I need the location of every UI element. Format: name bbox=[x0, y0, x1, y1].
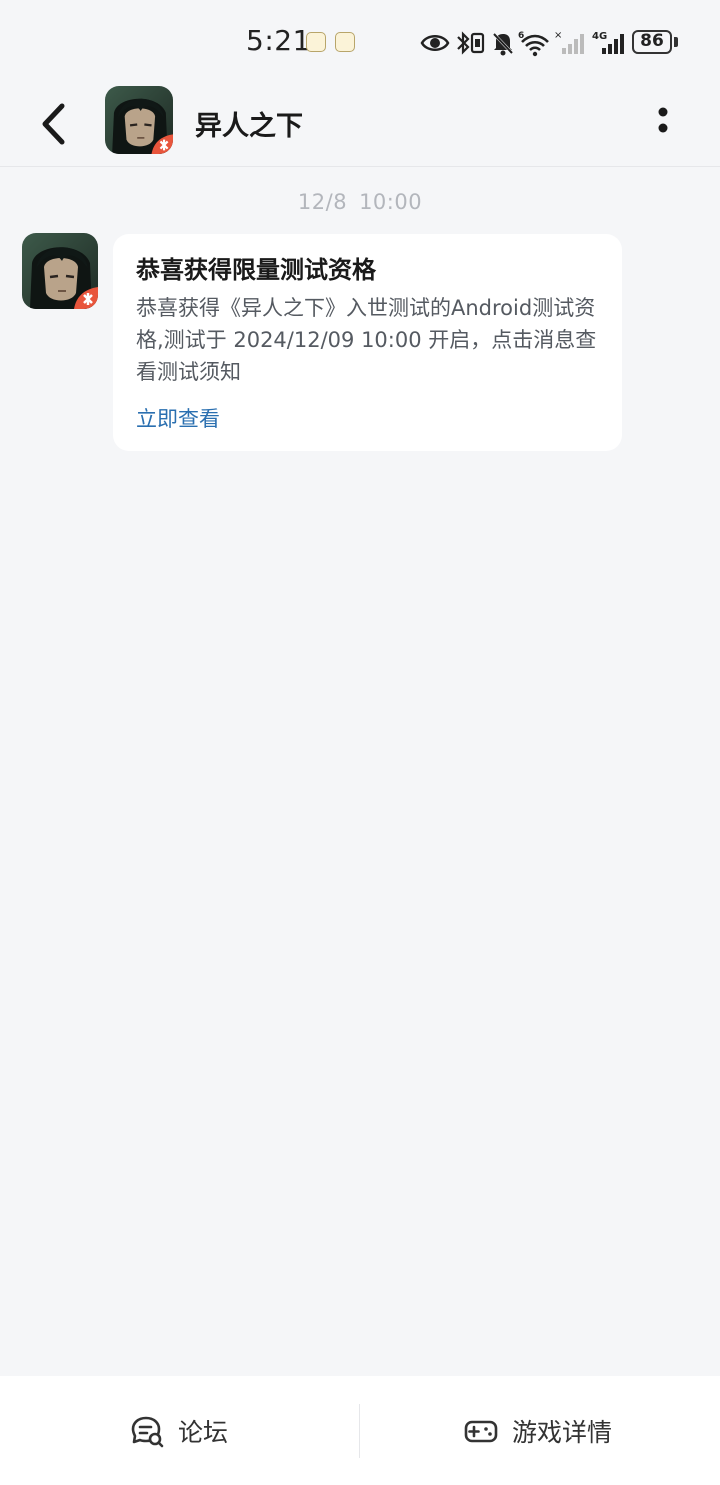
chevron-left-icon[interactable] bbox=[30, 98, 82, 150]
message-title: 恭喜获得限量测试资格 bbox=[136, 256, 376, 284]
notification-icon bbox=[335, 32, 355, 52]
game-avatar[interactable] bbox=[105, 86, 173, 154]
forum-button[interactable]: 论坛 bbox=[130, 1406, 228, 1456]
message-card[interactable]: 恭喜获得限量测试资格 恭喜获得《异人之下》入世测试的Android测试资格,测试… bbox=[113, 234, 622, 451]
timestamp-time: 10:00 bbox=[359, 190, 423, 214]
forum-icon bbox=[131, 1416, 164, 1448]
mute-icon bbox=[492, 32, 514, 56]
divider bbox=[359, 1404, 360, 1458]
more-vertical-icon[interactable] bbox=[648, 104, 678, 144]
message-body: 恭喜获得《异人之下》入世测试的Android测试资格,测试于 2024/12/0… bbox=[136, 296, 597, 384]
timestamp-date: 12/8 bbox=[297, 190, 348, 214]
signal-4g-icon: 4G bbox=[592, 31, 624, 54]
battery-cap bbox=[674, 37, 678, 47]
gamepad-icon bbox=[464, 1420, 498, 1443]
sender-avatar[interactable] bbox=[22, 233, 98, 309]
status-bar: 5:21 6 × 4G 86 bbox=[0, 0, 720, 84]
signal-icon: × bbox=[554, 30, 584, 54]
game-details-button[interactable]: 游戏详情 bbox=[464, 1406, 612, 1456]
status-time: 5:21 bbox=[246, 24, 311, 57]
eye-icon bbox=[420, 35, 450, 51]
chat-title: 异人之下 bbox=[195, 111, 303, 142]
bluetooth-vibrate-icon bbox=[457, 31, 485, 55]
wifi-icon: 6 bbox=[518, 31, 549, 57]
battery-icon: 86 bbox=[632, 30, 672, 54]
forum-label: 论坛 bbox=[178, 1418, 229, 1447]
svg-text:4G: 4G bbox=[592, 31, 607, 42]
game-details-label: 游戏详情 bbox=[512, 1418, 613, 1447]
notification-icon bbox=[306, 32, 326, 52]
view-now-link[interactable]: 立即查看 bbox=[136, 404, 600, 434]
bottom-bar: 论坛 游戏详情 bbox=[0, 1376, 720, 1485]
chat-header: 异人之下 bbox=[0, 84, 720, 167]
svg-text:×: × bbox=[554, 30, 562, 41]
message-timestamp: 12/8 10:00 bbox=[0, 190, 720, 214]
